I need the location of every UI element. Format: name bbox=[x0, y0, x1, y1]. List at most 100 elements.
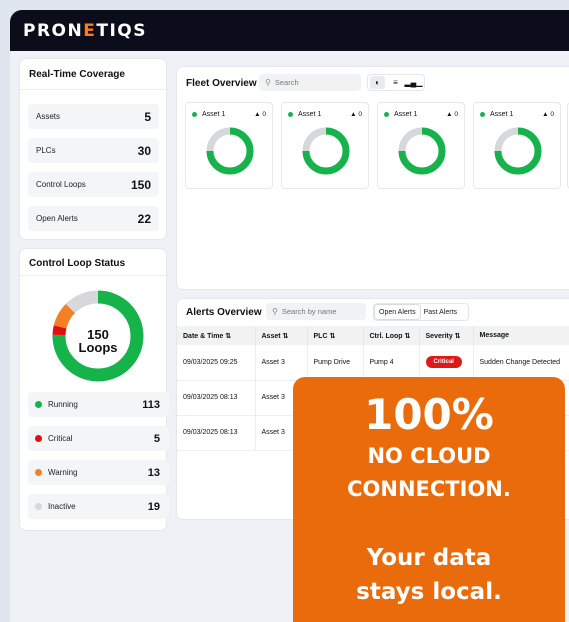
column-header: Message bbox=[473, 326, 569, 345]
donut-center-unit: Loops bbox=[78, 340, 118, 355]
cell-severity: Critical bbox=[419, 345, 474, 381]
asset-donut bbox=[494, 127, 542, 175]
fleet-search[interactable]: ⚲ bbox=[259, 74, 361, 91]
legend-label: Inactive bbox=[48, 502, 76, 511]
column-header[interactable]: Severity ⇅ bbox=[419, 326, 474, 345]
stat-label: PLCs bbox=[36, 146, 56, 155]
coverage-card: Real-Time Coverage Assets 5 PLCs 30 Cont… bbox=[20, 59, 166, 239]
stat-value: 22 bbox=[137, 211, 151, 226]
bell-icon: ▲ 0 bbox=[542, 111, 554, 118]
status-dot bbox=[192, 112, 197, 117]
alerts-search[interactable]: ⚲ bbox=[266, 303, 366, 320]
top-bar: PRONETIQS bbox=[10, 10, 569, 51]
divider bbox=[20, 89, 166, 90]
stat-value: 30 bbox=[137, 143, 151, 158]
asset-card[interactable]: Asset 1 ▲ 0 bbox=[185, 102, 273, 189]
stat-assets: Assets 5 bbox=[28, 104, 159, 129]
legend-value: 5 bbox=[153, 432, 160, 445]
asset-name: Asset 1 bbox=[490, 111, 514, 118]
asset-card[interactable]: Asset 1 ▲ 0 bbox=[281, 102, 369, 189]
legend-label: Critical bbox=[48, 434, 73, 443]
alert-count: 0 bbox=[550, 111, 554, 118]
status-dot bbox=[35, 435, 42, 442]
column-header[interactable]: Ctrl. Loop ⇅ bbox=[363, 326, 420, 345]
legend-running: Running 113 bbox=[28, 392, 169, 417]
promo-line: stays local. bbox=[356, 579, 502, 605]
alert-count: 0 bbox=[358, 111, 362, 118]
asset-card[interactable]: Asset 1 ▲ 0 bbox=[473, 102, 561, 189]
bell-icon: ▲ 0 bbox=[446, 111, 458, 118]
legend-critical: Critical 5 bbox=[28, 426, 169, 451]
promo-banner: 100% NO CLOUD CONNECTION. Your data stay… bbox=[293, 377, 565, 622]
fleet-search-input[interactable] bbox=[274, 78, 352, 87]
status-dot bbox=[480, 112, 485, 117]
status-dot bbox=[35, 469, 42, 476]
legend-value: 19 bbox=[147, 500, 160, 513]
legend-label: Warning bbox=[48, 468, 78, 477]
table-row[interactable]: 09/03/2025 09:25 Asset 3 Pump Drive Pump… bbox=[177, 345, 569, 381]
alert-count: 0 bbox=[262, 111, 266, 118]
search-icon: ⚲ bbox=[265, 78, 271, 87]
status-dot bbox=[288, 112, 293, 117]
status-dot bbox=[35, 401, 42, 408]
alerts-tabs: Open Alerts Past Alerts bbox=[373, 303, 469, 321]
asset-donut bbox=[398, 127, 446, 175]
fleet-title: Fleet Overview bbox=[186, 78, 257, 89]
column-header[interactable]: Date & Time ⇅ bbox=[177, 326, 256, 345]
legend-value: 13 bbox=[147, 466, 160, 479]
column-header[interactable]: Asset ⇅ bbox=[255, 326, 308, 345]
alert-count: 0 bbox=[454, 111, 458, 118]
list-view-icon[interactable]: ≡ bbox=[388, 76, 403, 89]
stat-control-loops: Control Loops 150 bbox=[28, 172, 159, 197]
fleet-overview-card: Fleet Overview ⚲ ◐ ≡ ▂▄▁ Asset 1 ▲ 0 Asse… bbox=[177, 67, 569, 289]
promo-headline: 100% bbox=[364, 390, 494, 439]
asset-donut bbox=[206, 127, 254, 175]
cell-date: 09/03/2025 08:13 bbox=[177, 380, 256, 416]
view-toggle: ◐ ≡ ▂▄▁ bbox=[367, 74, 425, 91]
stat-value: 5 bbox=[144, 109, 151, 124]
bell-icon: ▲ 0 bbox=[254, 111, 266, 118]
asset-donut bbox=[302, 127, 350, 175]
stat-label: Control Loops bbox=[36, 180, 86, 189]
grid-view-icon[interactable]: ◐ bbox=[370, 76, 385, 89]
cell-message: Sudden Change Detected bbox=[473, 345, 569, 381]
promo-line: Your data bbox=[366, 545, 492, 571]
legend-warning: Warning 13 bbox=[28, 460, 169, 485]
donut-center-label: 150 Loops bbox=[51, 328, 145, 354]
status-dot bbox=[384, 112, 389, 117]
stat-open-alerts: Open Alerts 22 bbox=[28, 206, 159, 231]
asset-card[interactable]: Asset 1 ▲ 0 bbox=[377, 102, 465, 189]
bell-icon: ▲ 0 bbox=[350, 111, 362, 118]
cell-loop: Pump 4 bbox=[363, 345, 420, 381]
stat-plcs: PLCs 30 bbox=[28, 138, 159, 163]
column-header[interactable]: PLC ⇅ bbox=[307, 326, 364, 345]
tab-past-alerts[interactable]: Past Alerts bbox=[420, 305, 461, 319]
legend-label: Running bbox=[48, 400, 78, 409]
promo-line: NO CLOUD bbox=[367, 444, 491, 468]
bar-chart-icon[interactable]: ▂▄▁ bbox=[405, 76, 423, 89]
loop-status-card: Control Loop Status 150 Loops Running 11… bbox=[20, 249, 169, 530]
stat-label: Assets bbox=[36, 112, 61, 121]
asset-name: Asset 1 bbox=[394, 111, 418, 118]
loop-status-title: Control Loop Status bbox=[29, 258, 126, 269]
brand-logo[interactable]: PRONETIQS bbox=[23, 21, 147, 41]
legend-value: 113 bbox=[142, 398, 160, 411]
cell-plc: Pump Drive bbox=[307, 345, 364, 381]
legend-inactive: Inactive 19 bbox=[28, 494, 169, 519]
stat-label: Open Alerts bbox=[36, 214, 78, 223]
search-icon: ⚲ bbox=[272, 307, 278, 316]
stat-value: 150 bbox=[130, 177, 151, 192]
divider bbox=[20, 275, 166, 276]
cell-date: 09/03/2025 08:13 bbox=[177, 415, 256, 451]
promo-line: CONNECTION. bbox=[347, 477, 511, 501]
coverage-title: Real-Time Coverage bbox=[29, 69, 125, 80]
status-dot bbox=[35, 503, 42, 510]
cell-asset: Asset 3 bbox=[255, 345, 308, 381]
cell-date: 09/03/2025 09:25 bbox=[177, 345, 256, 381]
severity-badge: Critical bbox=[425, 356, 462, 369]
asset-name: Asset 1 bbox=[202, 111, 226, 118]
tab-open-alerts[interactable]: Open Alerts bbox=[375, 305, 420, 319]
alerts-title: Alerts Overview bbox=[186, 307, 262, 318]
alerts-search-input[interactable] bbox=[281, 307, 358, 316]
asset-name: Asset 1 bbox=[298, 111, 322, 118]
